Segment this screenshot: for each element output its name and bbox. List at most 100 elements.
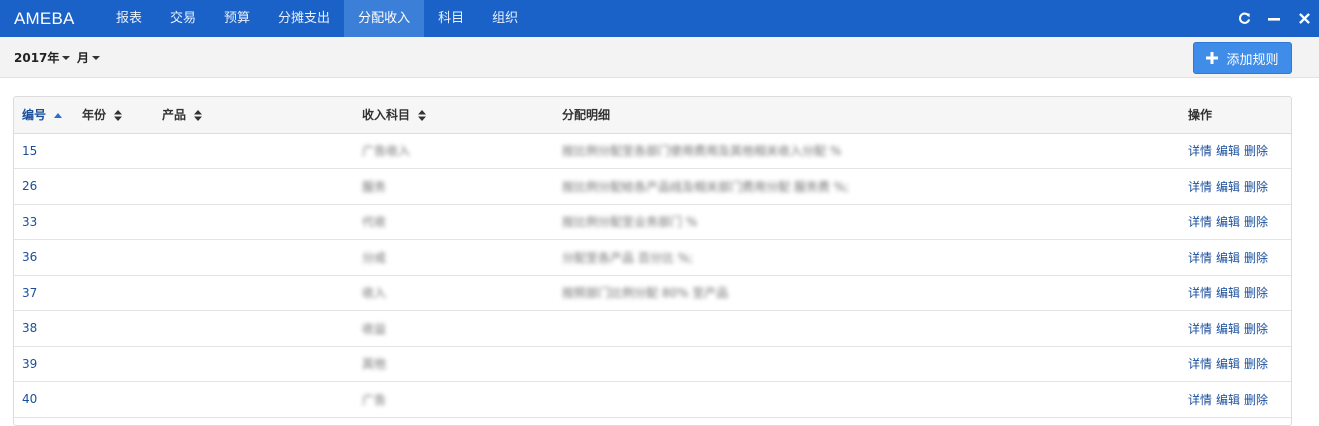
cell-id[interactable]: 39 bbox=[14, 346, 74, 382]
column-header-product[interactable]: 产品 bbox=[154, 97, 354, 134]
cell-id[interactable]: 33 bbox=[14, 204, 74, 240]
delete-link[interactable]: 删除 bbox=[1244, 322, 1268, 336]
delete-link[interactable]: 删除 bbox=[1244, 357, 1268, 371]
table-row: 33 代收 按比例分配至业务部门 % 详情 编辑 删除 bbox=[14, 204, 1291, 240]
month-dropdown[interactable]: 月 bbox=[77, 49, 101, 66]
cell-id[interactable]: 15 bbox=[14, 133, 74, 169]
add-rule-button[interactable]: 添加规则 bbox=[1193, 42, 1292, 74]
cell-year bbox=[74, 204, 154, 240]
cell-product bbox=[154, 275, 354, 311]
detail-link[interactable]: 详情 bbox=[1188, 144, 1212, 158]
filter-bar: 2017年 月 bbox=[0, 37, 1319, 78]
edit-link[interactable]: 编辑 bbox=[1216, 180, 1240, 194]
app-brand: AMEBA bbox=[14, 8, 75, 28]
cell-id[interactable]: 37 bbox=[14, 275, 74, 311]
sort-icon bbox=[194, 110, 203, 122]
cell-product bbox=[154, 346, 354, 382]
table-row: 15 广告收入 按比例分配至各部门使用费用及其他相关收入分配 % 详情 编辑 删除 bbox=[14, 133, 1291, 169]
edit-link[interactable]: 编辑 bbox=[1216, 286, 1240, 300]
delete-link[interactable]: 删除 bbox=[1244, 251, 1268, 265]
column-header-actions: 操作 bbox=[1180, 97, 1291, 134]
cell-id[interactable]: 38 bbox=[14, 311, 74, 347]
nav-item-4[interactable]: 分配收入 bbox=[344, 0, 425, 37]
cell-actions: 详情 编辑 删除 bbox=[1180, 169, 1291, 205]
nav-item-5[interactable]: 科目 bbox=[424, 0, 478, 37]
month-dropdown-label: 月 bbox=[77, 51, 90, 65]
cell-detail bbox=[554, 311, 1180, 347]
cell-year bbox=[74, 169, 154, 205]
plus-icon bbox=[1206, 52, 1219, 64]
cell-actions: 详情 编辑 删除 bbox=[1180, 240, 1291, 276]
table-body: 15 广告收入 按比例分配至各部门使用费用及其他相关收入分配 % 详情 编辑 删除 26 服务… bbox=[14, 133, 1291, 417]
table-row: 26 服务 按比例分配给各产品线及相关部门费用分配 服务费 %; 详情 编辑 删除 bbox=[14, 169, 1291, 205]
nav-item-0[interactable]: 报表 bbox=[102, 0, 156, 37]
detail-link[interactable]: 详情 bbox=[1188, 180, 1212, 194]
cell-year bbox=[74, 311, 154, 347]
delete-link[interactable]: 删除 bbox=[1244, 215, 1268, 229]
close-icon[interactable] bbox=[1289, 0, 1319, 37]
edit-link[interactable]: 编辑 bbox=[1216, 215, 1240, 229]
cell-product bbox=[154, 311, 354, 347]
edit-link[interactable]: 编辑 bbox=[1216, 322, 1240, 336]
cell-account: 收益 bbox=[362, 321, 387, 336]
sort-icon bbox=[418, 110, 427, 122]
table-row: 39 其他 详情 编辑 删除 bbox=[14, 346, 1291, 382]
chevron-down-icon bbox=[62, 55, 71, 60]
cell-detail: 按照部门比例分配 80% 至产品 bbox=[562, 286, 729, 301]
detail-link[interactable]: 详情 bbox=[1188, 393, 1212, 407]
cell-actions: 详情 编辑 删除 bbox=[1180, 346, 1291, 382]
sort-icon bbox=[114, 110, 123, 122]
edit-link[interactable]: 编辑 bbox=[1216, 393, 1240, 407]
delete-link[interactable]: 删除 bbox=[1244, 144, 1268, 158]
cell-detail: 按比例分配给各产品线及相关部门费用分配 服务费 %; bbox=[562, 179, 850, 194]
table-row: 36 分成 分配至各产品 百分比 %; 详情 编辑 删除 bbox=[14, 240, 1291, 276]
main-nav: 报表 交易 预算 分摊支出 分配收入 科目 组织 bbox=[102, 0, 532, 37]
chevron-down-icon bbox=[92, 55, 101, 60]
column-header-id[interactable]: 编号 bbox=[14, 97, 74, 134]
table-row: 37 收入 按照部门比例分配 80% 至产品 详情 编辑 删除 bbox=[14, 275, 1291, 311]
column-header-detail: 分配明细 bbox=[554, 97, 1180, 134]
detail-link[interactable]: 详情 bbox=[1188, 286, 1212, 300]
cell-actions: 详情 编辑 删除 bbox=[1180, 275, 1291, 311]
cell-year bbox=[74, 240, 154, 276]
nav-item-1[interactable]: 交易 bbox=[156, 0, 210, 37]
nav-item-2[interactable]: 预算 bbox=[210, 0, 264, 37]
edit-link[interactable]: 编辑 bbox=[1216, 251, 1240, 265]
nav-item-6[interactable]: 组织 bbox=[478, 0, 532, 37]
detail-link[interactable]: 详情 bbox=[1188, 357, 1212, 371]
table-header-row: 编号 年份 产品 收入科目 分配明细 操作 bbox=[14, 97, 1291, 134]
delete-link[interactable]: 删除 bbox=[1244, 180, 1268, 194]
detail-link[interactable]: 详情 bbox=[1188, 251, 1212, 265]
cell-year bbox=[74, 275, 154, 311]
cell-detail: 分配至各产品 百分比 %; bbox=[562, 250, 694, 265]
cell-account: 收入 bbox=[362, 286, 387, 301]
cell-id[interactable]: 26 bbox=[14, 169, 74, 205]
cell-account: 分成 bbox=[362, 250, 387, 265]
edit-link[interactable]: 编辑 bbox=[1216, 144, 1240, 158]
sort-asc-icon bbox=[54, 112, 63, 118]
nav-item-3[interactable]: 分摊支出 bbox=[264, 0, 344, 37]
column-header-account[interactable]: 收入科目 bbox=[354, 97, 554, 134]
cell-account: 代收 bbox=[362, 215, 387, 230]
delete-link[interactable]: 删除 bbox=[1244, 286, 1268, 300]
cell-id[interactable]: 36 bbox=[14, 240, 74, 276]
cell-product bbox=[154, 240, 354, 276]
cell-year bbox=[74, 133, 154, 169]
rules-table-panel: 编号 年份 产品 收入科目 分配明细 操作 15 广告收入 按比例分配至各部门使… bbox=[13, 96, 1292, 426]
cell-product bbox=[154, 133, 354, 169]
column-header-year[interactable]: 年份 bbox=[74, 97, 154, 134]
cell-year bbox=[74, 346, 154, 382]
cell-actions: 详情 编辑 删除 bbox=[1180, 133, 1291, 169]
edit-link[interactable]: 编辑 bbox=[1216, 357, 1240, 371]
year-dropdown[interactable]: 2017年 bbox=[14, 49, 71, 66]
year-dropdown-label: 2017年 bbox=[14, 51, 60, 65]
cell-actions: 详情 编辑 删除 bbox=[1180, 204, 1291, 240]
detail-link[interactable]: 详情 bbox=[1188, 215, 1212, 229]
minimize-icon[interactable] bbox=[1259, 0, 1289, 37]
cell-account: 服务 bbox=[362, 179, 387, 194]
refresh-icon[interactable] bbox=[1229, 0, 1259, 37]
cell-detail bbox=[554, 346, 1180, 382]
detail-link[interactable]: 详情 bbox=[1188, 322, 1212, 336]
top-navbar: AMEBA 报表 交易 预算 分摊支出 分配收入 科目 组织 bbox=[0, 0, 1319, 37]
delete-link[interactable]: 删除 bbox=[1244, 393, 1268, 407]
